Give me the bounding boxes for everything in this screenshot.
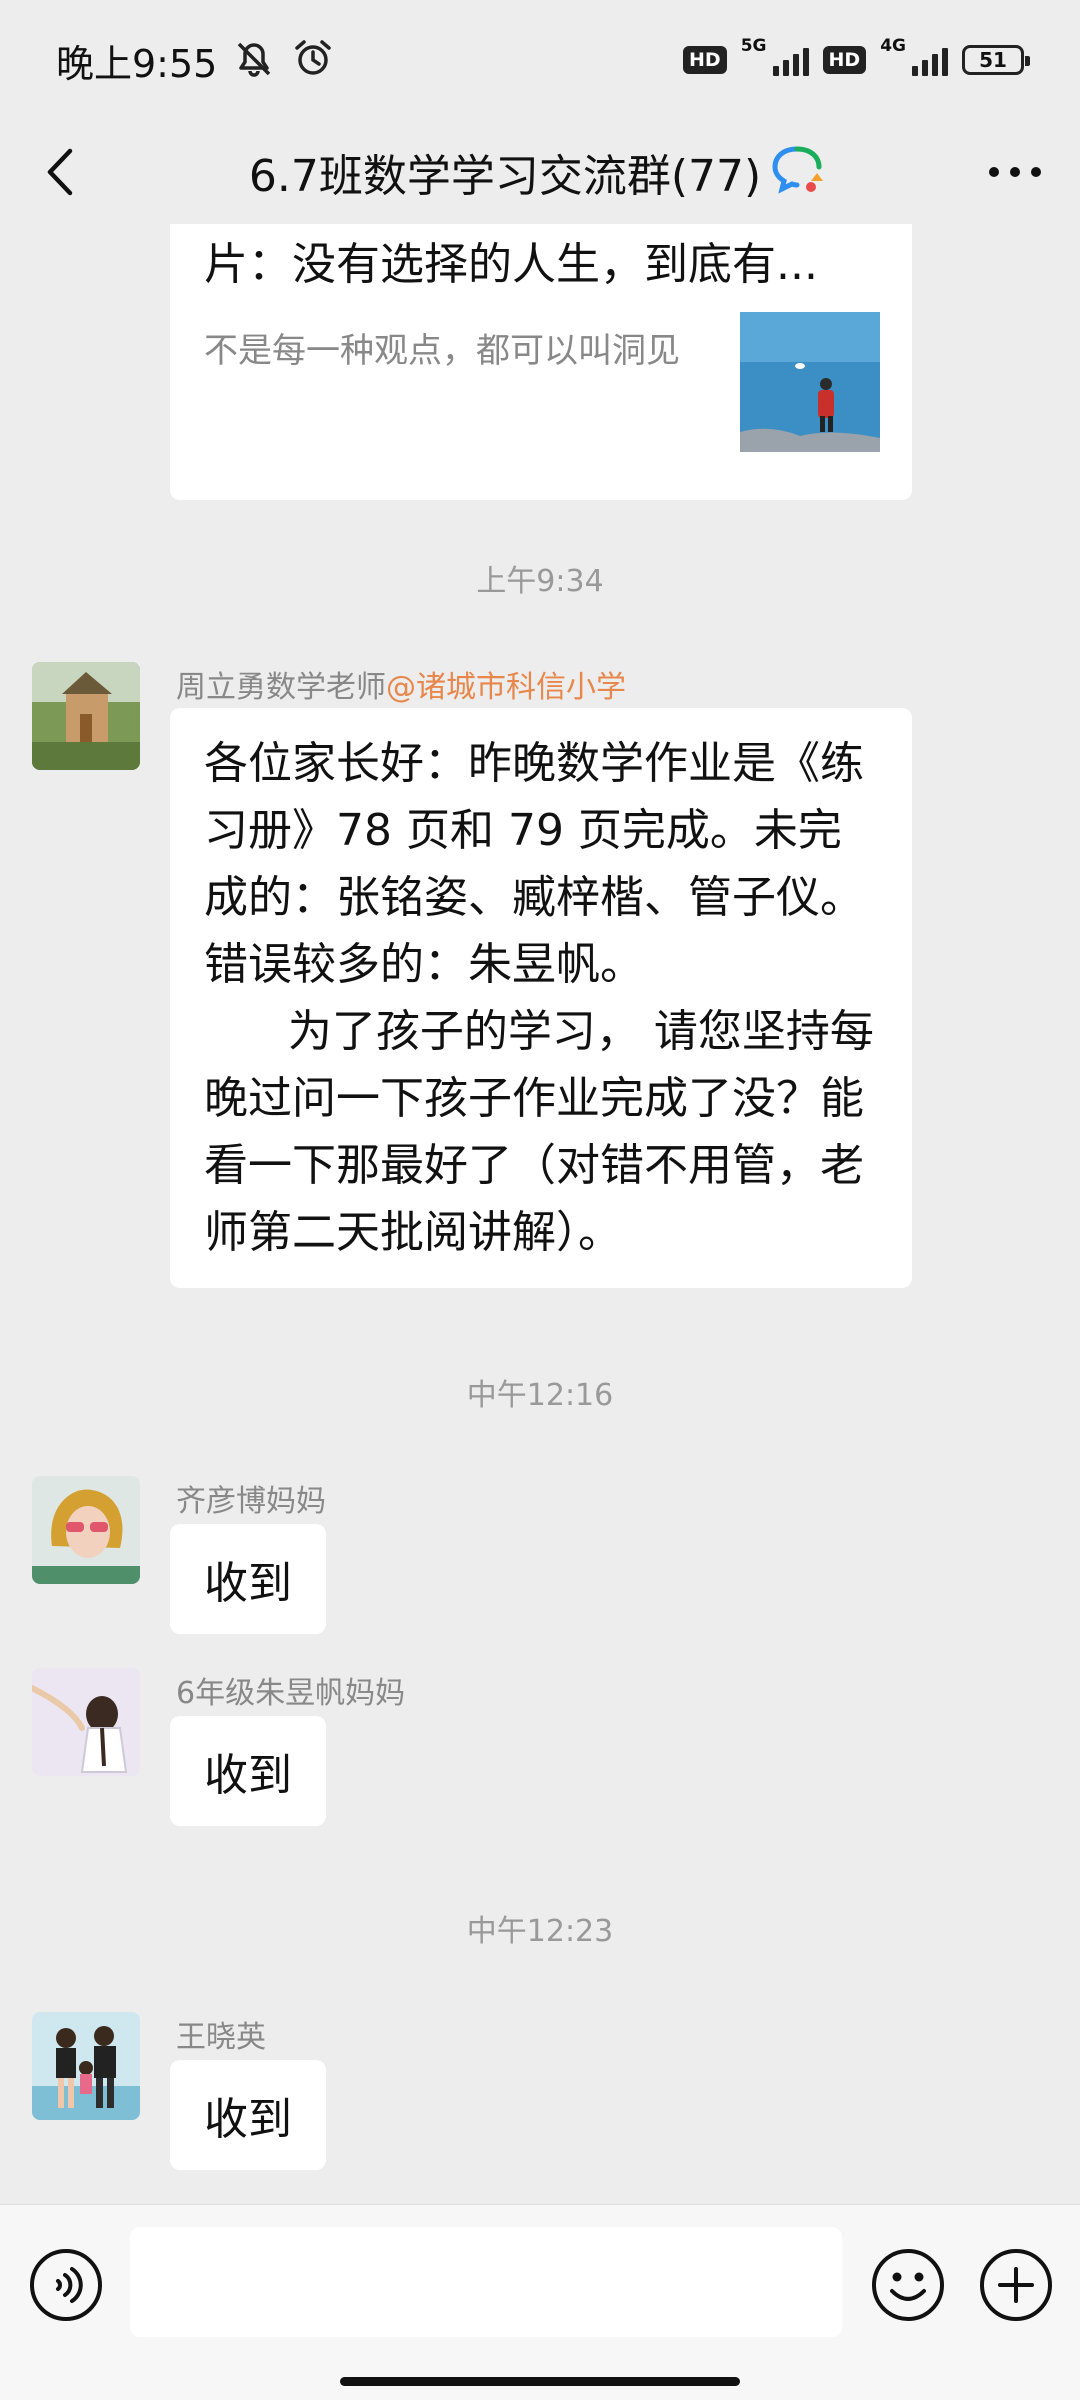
message-bubble[interactable]: 收到 [170,1716,326,1826]
signal-icon [772,44,809,76]
avatar[interactable] [32,1476,140,1584]
sender-name: 齐彦博妈妈 [176,1484,326,1519]
article-description: 不是每一种观点，都可以叫洞见 [204,331,680,371]
chat-bubble-icon [771,143,831,201]
emoji-icon [872,2249,944,2321]
status-time: 晚上9:55 [56,41,218,86]
more-icon [989,167,1041,177]
message-bubble[interactable]: 各位家长好：昨晚数学作业是《练习册》78 页和 79 页完成。未完成的：张铭姿、… [170,708,912,1288]
alarm-icon [291,38,335,82]
network-type-label: 5G [740,36,767,56]
sender-name: 6年级朱昱帆妈妈 [176,1676,406,1711]
time-separator: 中午12:16 [466,1378,614,1413]
home-indicator[interactable] [340,2377,740,2386]
message-bubble[interactable]: 收到 [170,2060,326,2170]
mute-icon [231,38,277,82]
more-functions-button[interactable] [978,2247,1054,2323]
shared-article-card[interactable]: 片：没有选择的人生，到底有... 不是每一种观点，都可以叫洞见 [170,224,912,500]
chat-messages[interactable]: 片：没有选择的人生，到底有... 不是每一种观点，都可以叫洞见 上午9:34 周… [0,224,1080,2204]
more-button[interactable] [980,142,1050,202]
article-title: 片：没有选择的人生，到底有... [204,239,818,290]
time-separator: 上午9:34 [476,564,604,599]
message-bubble[interactable]: 收到 [170,1524,326,1634]
back-button[interactable] [30,142,90,202]
hd-badge: HD [683,46,727,74]
back-arrow-icon [47,148,73,196]
emoji-button[interactable] [870,2247,946,2323]
voice-icon [30,2249,102,2321]
chat-header: 6.7班数学学习交流群(77) [0,120,1080,224]
signal-icon [912,44,948,76]
avatar[interactable] [32,2012,140,2120]
sender-organization[interactable]: @诸城市科信小学 [386,670,626,705]
battery-level: 51 [979,48,1007,72]
input-bar [0,2204,1080,2400]
chat-title[interactable]: 6.7班数学学习交流群(77) [249,140,761,204]
plus-icon [980,2249,1052,2321]
sender-name-text: 周立勇数学老师 [176,670,386,705]
avatar[interactable] [32,662,140,770]
message-input[interactable] [130,2227,842,2337]
article-thumbnail [740,312,880,452]
hd-badge: HD [822,46,867,74]
voice-button[interactable] [28,2247,104,2323]
network-type-label: 4G [880,36,906,56]
status-bar: 晚上9:55 HD 5G HD 4G 51 [0,0,1080,120]
avatar[interactable] [32,1668,140,1776]
battery-icon: 51 [962,45,1030,75]
time-separator: 中午12:23 [466,1914,614,1949]
sender-name: 王晓英 [176,2020,266,2055]
sender-name: 周立勇数学老师@诸城市科信小学 [176,662,626,706]
